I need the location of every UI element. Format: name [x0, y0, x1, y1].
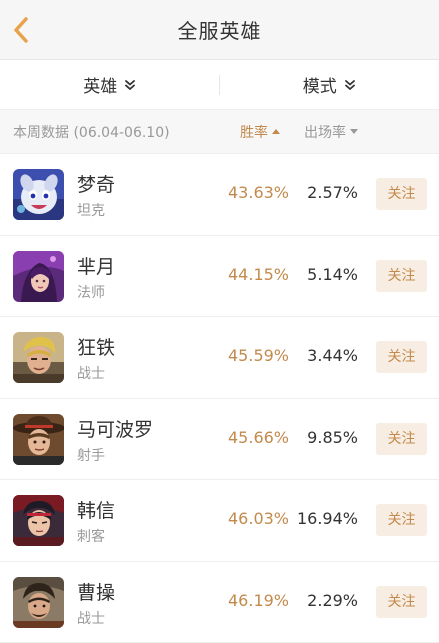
- sort-descending-icon: [350, 129, 358, 134]
- hero-win-rate: 45.59%: [228, 346, 289, 365]
- hero-stats-screen: 全服英雄 英雄 模式 本周数据 (06.04-06.10) 胜率 出场率: [0, 0, 439, 638]
- hero-role: 射手: [77, 445, 105, 465]
- sort-by-pick-rate[interactable]: 出场率: [304, 122, 358, 142]
- miyue-avatar-icon: [13, 251, 64, 302]
- win-rate-column-label: 胜率: [240, 122, 268, 142]
- hero-row[interactable]: 狂铁 战士 45.59% 3.44% 关注: [0, 317, 439, 399]
- hero-win-rate: 44.15%: [228, 265, 289, 284]
- hero-win-rate: 46.19%: [228, 591, 289, 610]
- hero-pick-rate: 16.94%: [297, 509, 358, 528]
- hero-name: 芈月: [77, 252, 115, 279]
- sort-by-win-rate[interactable]: 胜率: [240, 122, 280, 142]
- hero-row[interactable]: 韩信 刺客 46.03% 16.94% 关注: [0, 480, 439, 562]
- follow-button[interactable]: 关注: [376, 178, 427, 210]
- follow-button[interactable]: 关注: [376, 260, 427, 292]
- hero-role: 战士: [77, 608, 105, 628]
- pick-rate-column-label: 出场率: [304, 122, 346, 142]
- hero-filter-label: 英雄: [83, 72, 117, 97]
- hero-role: 战士: [77, 363, 105, 383]
- hero-avatar: [13, 577, 64, 628]
- mengqi-avatar-icon: [13, 169, 64, 220]
- kuangtie-avatar-icon: [13, 332, 64, 383]
- hero-row[interactable]: 梦奇 坦克 43.63% 2.57% 关注: [0, 154, 439, 236]
- follow-button[interactable]: 关注: [376, 504, 427, 536]
- hero-role: 法师: [77, 282, 105, 302]
- double-chevron-down-icon: [124, 79, 136, 91]
- data-period-label: 本周数据 (06.04-06.10): [13, 122, 170, 142]
- hero-avatar: [13, 414, 64, 465]
- mode-filter-label: 模式: [303, 72, 337, 97]
- hero-name: 狂铁: [77, 333, 115, 360]
- hero-row[interactable]: 芈月 法师 44.15% 5.14% 关注: [0, 236, 439, 318]
- double-chevron-down-icon: [344, 79, 356, 91]
- hero-row[interactable]: 曹操 战士 46.19% 2.29% 关注: [0, 562, 439, 643]
- hero-avatar: [13, 332, 64, 383]
- makeboluo-avatar-icon: [13, 414, 64, 465]
- hero-pick-rate: 2.57%: [307, 183, 358, 202]
- hero-filter-dropdown[interactable]: 英雄: [0, 72, 220, 97]
- hero-win-rate: 45.66%: [228, 428, 289, 447]
- hero-role: 坦克: [77, 200, 105, 220]
- hero-avatar: [13, 169, 64, 220]
- hero-name: 曹操: [77, 578, 115, 605]
- hero-name: 梦奇: [77, 170, 115, 197]
- top-nav-bar: 全服英雄: [0, 0, 439, 60]
- hero-pick-rate: 3.44%: [307, 346, 358, 365]
- follow-button[interactable]: 关注: [376, 423, 427, 455]
- hero-win-rate: 43.63%: [228, 183, 289, 202]
- hero-pick-rate: 2.29%: [307, 591, 358, 610]
- hero-avatar: [13, 495, 64, 546]
- hero-pick-rate: 5.14%: [307, 265, 358, 284]
- hero-list: 梦奇 坦克 43.63% 2.57% 关注 芈: [0, 154, 439, 643]
- caocao-avatar-icon: [13, 577, 64, 628]
- hero-avatar: [13, 251, 64, 302]
- hero-name: 马可波罗: [77, 415, 153, 442]
- sort-ascending-icon: [272, 129, 280, 134]
- hero-role: 刺客: [77, 526, 105, 546]
- hero-row[interactable]: 马可波罗 射手 45.66% 9.85% 关注: [0, 399, 439, 481]
- hero-name: 韩信: [77, 496, 115, 523]
- stats-column-header: 本周数据 (06.04-06.10) 胜率 出场率: [0, 110, 439, 154]
- follow-button[interactable]: 关注: [376, 586, 427, 618]
- mode-filter-dropdown[interactable]: 模式: [220, 72, 439, 97]
- hero-win-rate: 46.03%: [228, 509, 289, 528]
- follow-button[interactable]: 关注: [376, 341, 427, 373]
- filter-divider: [219, 75, 220, 95]
- filter-bar: 英雄 模式: [0, 60, 439, 110]
- page-title: 全服英雄: [0, 0, 439, 60]
- hanxin-avatar-icon: [13, 495, 64, 546]
- hero-pick-rate: 9.85%: [307, 428, 358, 447]
